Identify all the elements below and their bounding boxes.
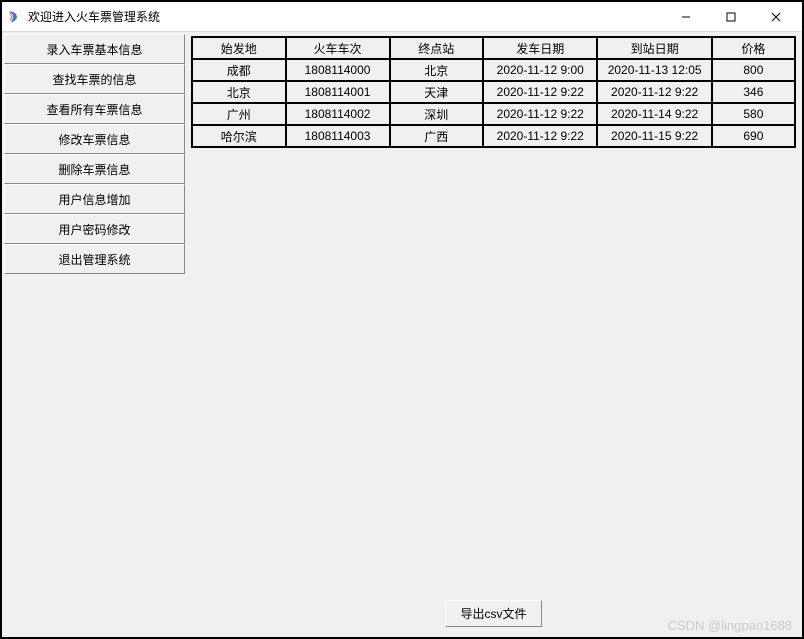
cell-origin: 广州 xyxy=(192,103,286,125)
ticket-table: 始发地 火车车次 终点站 发车日期 到站日期 价格 成都1808114000北京… xyxy=(191,36,796,148)
cell-arrive_date: 2020-11-13 12:05 xyxy=(597,59,711,81)
export-row: 导出csv文件 xyxy=(191,592,796,631)
cell-destination: 广西 xyxy=(390,125,484,147)
cell-price: 346 xyxy=(712,81,795,103)
sidebar-item-add-user[interactable]: 用户信息增加 xyxy=(4,184,185,214)
sidebar-item-view-all[interactable]: 查看所有车票信息 xyxy=(4,94,185,124)
cell-origin: 成都 xyxy=(192,59,286,81)
cell-arrive_date: 2020-11-14 9:22 xyxy=(597,103,711,125)
sidebar-item-enter-ticket[interactable]: 录入车票基本信息 xyxy=(4,34,185,64)
minimize-button[interactable] xyxy=(663,3,708,31)
sidebar-item-find-ticket[interactable]: 查找车票的信息 xyxy=(4,64,185,94)
sidebar-item-change-password[interactable]: 用户密码修改 xyxy=(4,214,185,244)
export-csv-button[interactable]: 导出csv文件 xyxy=(445,600,541,627)
sidebar-item-exit[interactable]: 退出管理系统 xyxy=(4,244,185,274)
sidebar-item-modify-ticket[interactable]: 修改车票信息 xyxy=(4,124,185,154)
ticket-table-wrap: 始发地 火车车次 终点站 发车日期 到站日期 价格 成都1808114000北京… xyxy=(191,36,796,148)
cell-arrive_date: 2020-11-12 9:22 xyxy=(597,81,711,103)
spacer xyxy=(191,148,796,592)
cell-destination: 北京 xyxy=(390,59,484,81)
col-origin: 始发地 xyxy=(192,37,286,59)
close-button[interactable] xyxy=(753,3,798,31)
table-row: 北京1808114001天津2020-11-12 9:222020-11-12 … xyxy=(192,81,795,103)
cell-origin: 哈尔滨 xyxy=(192,125,286,147)
col-train-no: 火车车次 xyxy=(286,37,390,59)
maximize-icon xyxy=(726,12,736,22)
cell-destination: 天津 xyxy=(390,81,484,103)
cell-price: 800 xyxy=(712,59,795,81)
cell-depart_date: 2020-11-12 9:22 xyxy=(483,103,597,125)
titlebar: 欢迎进入火车票管理系统 xyxy=(2,2,802,32)
cell-destination: 深圳 xyxy=(390,103,484,125)
window-controls xyxy=(663,3,798,31)
maximize-button[interactable] xyxy=(708,3,753,31)
sidebar: 录入车票基本信息 查找车票的信息 查看所有车票信息 修改车票信息 删除车票信息 … xyxy=(2,32,187,637)
cell-origin: 北京 xyxy=(192,81,286,103)
col-arrive-date: 到站日期 xyxy=(597,37,711,59)
app-window: 欢迎进入火车票管理系统 录入车票基本信息 查找车票的信息 查看所有车票信息 修改… xyxy=(0,0,804,639)
cell-price: 690 xyxy=(712,125,795,147)
cell-depart_date: 2020-11-12 9:22 xyxy=(483,125,597,147)
col-price: 价格 xyxy=(712,37,795,59)
col-destination: 终点站 xyxy=(390,37,484,59)
table-row: 广州1808114002深圳2020-11-12 9:222020-11-14 … xyxy=(192,103,795,125)
col-depart-date: 发车日期 xyxy=(483,37,597,59)
cell-depart_date: 2020-11-12 9:22 xyxy=(483,81,597,103)
minimize-icon xyxy=(681,12,691,22)
table-row: 成都1808114000北京2020-11-12 9:002020-11-13 … xyxy=(192,59,795,81)
cell-train_no: 1808114003 xyxy=(286,125,390,147)
cell-train_no: 1808114000 xyxy=(286,59,390,81)
close-icon xyxy=(771,12,781,22)
cell-train_no: 1808114002 xyxy=(286,103,390,125)
content-area: 录入车票基本信息 查找车票的信息 查看所有车票信息 修改车票信息 删除车票信息 … xyxy=(2,32,802,637)
window-title: 欢迎进入火车票管理系统 xyxy=(28,8,663,25)
cell-train_no: 1808114001 xyxy=(286,81,390,103)
table-row: 哈尔滨1808114003广西2020-11-12 9:222020-11-15… xyxy=(192,125,795,147)
cell-arrive_date: 2020-11-15 9:22 xyxy=(597,125,711,147)
main-panel: 始发地 火车车次 终点站 发车日期 到站日期 价格 成都1808114000北京… xyxy=(187,32,802,637)
sidebar-item-delete-ticket[interactable]: 删除车票信息 xyxy=(4,154,185,184)
table-header-row: 始发地 火车车次 终点站 发车日期 到站日期 价格 xyxy=(192,37,795,59)
cell-price: 580 xyxy=(712,103,795,125)
cell-depart_date: 2020-11-12 9:00 xyxy=(483,59,597,81)
app-icon xyxy=(6,9,22,25)
